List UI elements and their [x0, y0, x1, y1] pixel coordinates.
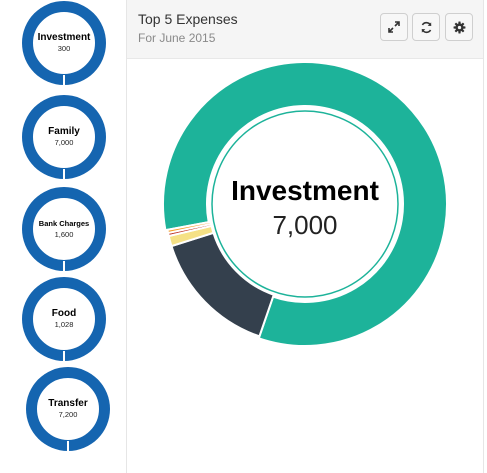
ring-divider [63, 351, 65, 361]
mini-donut-value: 300 [57, 44, 71, 53]
mini-donut-value: 7,200 [58, 410, 78, 419]
ring-divider [63, 261, 65, 271]
mini-donut-label: Transfer [48, 398, 88, 409]
mini-donut-bank-charges[interactable]: Bank Charges 1,600 [22, 187, 106, 271]
mini-donut-family[interactable]: Family 7,000 [22, 95, 106, 179]
mini-donut-label: Bank Charges [38, 219, 90, 228]
ring-divider [67, 441, 69, 451]
mini-donut-value: 1,600 [54, 230, 74, 239]
refresh-icon [421, 21, 431, 33]
ring-divider [63, 169, 65, 179]
mini-donut-label: Family [48, 126, 80, 137]
panel-header: Top 5 Expenses For June 2015 [127, 0, 483, 59]
panel-title: Top 5 Expenses [138, 11, 238, 27]
expand-icon [388, 21, 400, 33]
fullscreen-button[interactable] [380, 13, 408, 41]
mini-donut-transfer[interactable]: Transfer 7,200 [26, 367, 110, 451]
mini-donut-label: Food [51, 308, 77, 319]
expenses-panel: Top 5 Expenses For June 2015 Investment … [126, 0, 484, 473]
ring-divider [63, 75, 65, 85]
refresh-button[interactable] [412, 13, 440, 41]
mini-donut-investment[interactable]: Investment 300 [22, 1, 106, 85]
mini-donut-label: Investment [37, 32, 91, 43]
mini-donut-food[interactable]: Food 1,028 [22, 277, 106, 361]
chart-center-label: Investment [231, 175, 379, 206]
gear-icon [453, 21, 465, 33]
expenses-donut-chart [162, 61, 448, 347]
mini-donut-value: 7,000 [54, 138, 74, 147]
mini-donut-value: 1,028 [54, 320, 74, 329]
chart-center-value: 7,000 [272, 210, 338, 240]
panel-subtitle: For June 2015 [138, 31, 216, 45]
settings-button[interactable] [445, 13, 473, 41]
